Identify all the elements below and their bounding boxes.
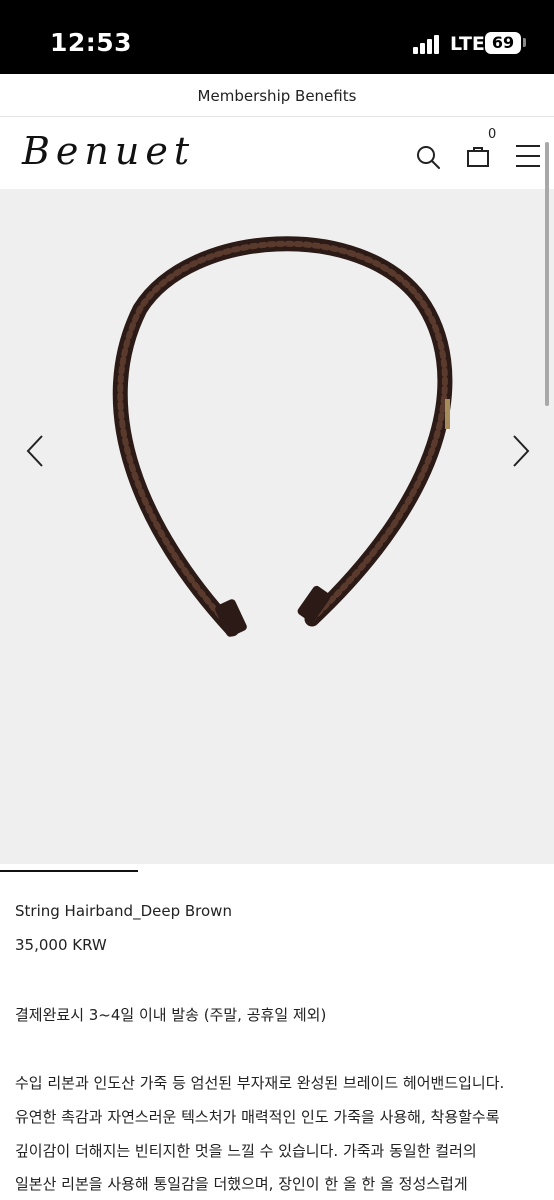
shipping-info: 결제완료시 3~4일 이내 발송 (주말, 공휴일 제외) [15, 1006, 327, 1024]
description-line: 유연한 촉감과 자연스러운 텍스처가 매력적인 인도 가죽을 사용해, 착용할수… [15, 1108, 500, 1126]
page-scrollbar[interactable] [545, 142, 549, 406]
description-line: 수입 리본과 인도산 가죽 등 엄선된 부자재로 완성된 브레이드 헤어밴드입니… [15, 1074, 505, 1092]
network-type: LTE [450, 33, 485, 55]
shopping-bag-icon[interactable] [464, 143, 492, 171]
chevron-left-icon[interactable] [22, 432, 50, 470]
description-line: 깊이감이 더해지는 빈티지한 멋을 느낄 수 있습니다. 가죽과 동일한 컬러의 [15, 1142, 477, 1160]
status-time: 12:53 [50, 28, 133, 57]
status-bar: 12:53 LTE 69 [0, 0, 554, 74]
brand-logo[interactable]: Benuet [22, 129, 195, 173]
product-price: 35,000 KRW [15, 936, 107, 954]
chevron-right-icon[interactable] [506, 432, 534, 470]
battery-icon: 69 [485, 32, 521, 54]
tab-indicator [0, 870, 138, 872]
hairband-product-image [112, 236, 453, 637]
cart-count-badge: 0 [488, 127, 497, 142]
signal-icon [413, 34, 441, 54]
description-line: 일본산 리본을 사용해 통일감을 더했으며, 장인이 한 올 한 올 정성스럽게 [15, 1175, 468, 1193]
hamburger-menu-icon[interactable] [515, 144, 541, 168]
search-icon[interactable] [414, 143, 442, 171]
product-name: String Hairband_Deep Brown [15, 902, 232, 920]
product-image-gallery[interactable] [0, 189, 554, 864]
site-header: Benuet 0 [0, 117, 554, 189]
membership-banner[interactable]: Membership Benefits [0, 74, 554, 117]
battery-cap [523, 38, 526, 47]
